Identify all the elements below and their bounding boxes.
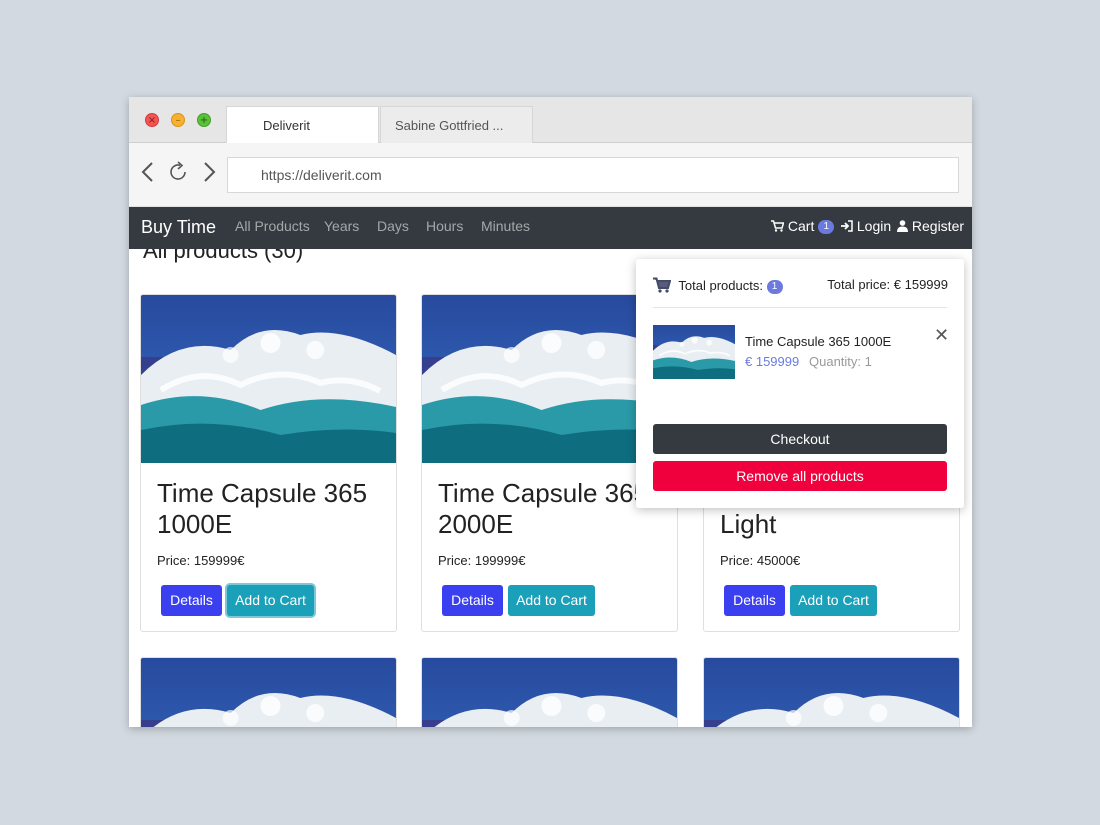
details-button[interactable]: Details [161, 585, 222, 616]
product-image [422, 658, 677, 727]
reload-icon[interactable] [167, 161, 189, 183]
cart-label: Cart [787, 218, 815, 234]
remove-all-button[interactable]: Remove all products [653, 461, 947, 491]
nav-link-minutes[interactable]: Minutes [481, 207, 530, 245]
nav-link-hours[interactable]: Hours [426, 207, 463, 245]
product-card [703, 657, 960, 727]
add-to-cart-button[interactable]: Add to Cart [508, 585, 595, 616]
cart-item-price: € 159999 [745, 354, 800, 369]
cart-dropdown: Total products: 1 Total price: € 159999 … [636, 259, 964, 508]
product-price: Price: 199999€ [438, 553, 526, 568]
cart-icon [771, 220, 785, 232]
title-bar: × – + Deliverit Sabine Gottfried ... [129, 97, 972, 143]
register-link[interactable]: Register [897, 207, 964, 245]
product-price: Price: 159999€ [157, 553, 245, 568]
tab-deliverit[interactable]: Deliverit [226, 106, 379, 143]
login-label: Login [856, 218, 892, 234]
tab-sabine-gottfried[interactable]: Sabine Gottfried ... [380, 106, 533, 143]
nav-link-years[interactable]: Years [324, 207, 359, 245]
nav-link-all-products[interactable]: All Products [235, 207, 310, 245]
product-image [141, 658, 396, 727]
cart-item-name: Time Capsule 365 1000E [745, 334, 892, 349]
total-price: Total price: € 159999 [827, 277, 948, 292]
add-to-cart-button[interactable]: Add to Cart [790, 585, 877, 616]
cart-icon [653, 277, 672, 293]
url-input[interactable]: https://deliverit.com [227, 157, 959, 193]
maximize-icon[interactable]: + [197, 113, 211, 127]
cart-item-image [653, 325, 735, 379]
register-label: Register [911, 218, 965, 234]
login-link[interactable]: Login [841, 207, 891, 245]
login-icon [841, 220, 853, 232]
product-title: Time Capsule 365 1000E [157, 478, 368, 539]
add-to-cart-button[interactable]: Add to Cart [227, 585, 314, 616]
product-card [421, 657, 678, 727]
browser-window: × – + Deliverit Sabine Gottfried ... htt… [129, 97, 972, 727]
site-navbar: Buy Time All Products Years Days Hours M… [129, 207, 972, 249]
details-button[interactable]: Details [724, 585, 785, 616]
total-products-badge: 1 [766, 279, 783, 294]
cart-link[interactable]: Cart 1 [771, 207, 835, 245]
minimize-icon[interactable]: – [171, 113, 185, 127]
address-bar: https://deliverit.com [129, 143, 972, 207]
divider [653, 307, 947, 308]
user-icon [897, 220, 908, 232]
cart-item-quantity: Quantity: 1 [809, 354, 872, 369]
cart-count-badge: 1 [818, 220, 835, 235]
nav-link-days[interactable]: Days [377, 207, 409, 245]
total-products: Total products: 1 [653, 277, 783, 294]
brand-link[interactable]: Buy Time [141, 207, 216, 247]
product-card [140, 657, 397, 727]
checkout-button[interactable]: Checkout [653, 424, 947, 454]
product-image [141, 295, 396, 463]
product-price: Price: 45000€ [720, 553, 801, 568]
page-title: All products (30) [143, 249, 304, 263]
details-button[interactable]: Details [442, 585, 503, 616]
arrow-right-icon[interactable] [198, 161, 220, 183]
remove-item-icon[interactable]: ✕ [934, 325, 949, 346]
arrow-left-icon[interactable] [138, 161, 160, 183]
product-image [704, 658, 959, 727]
product-title: Light [720, 509, 777, 539]
close-icon[interactable]: × [145, 113, 159, 127]
total-products-label: Total products: [678, 278, 763, 293]
product-card: Time Capsule 365 1000E Price: 159999€ De… [140, 294, 397, 632]
